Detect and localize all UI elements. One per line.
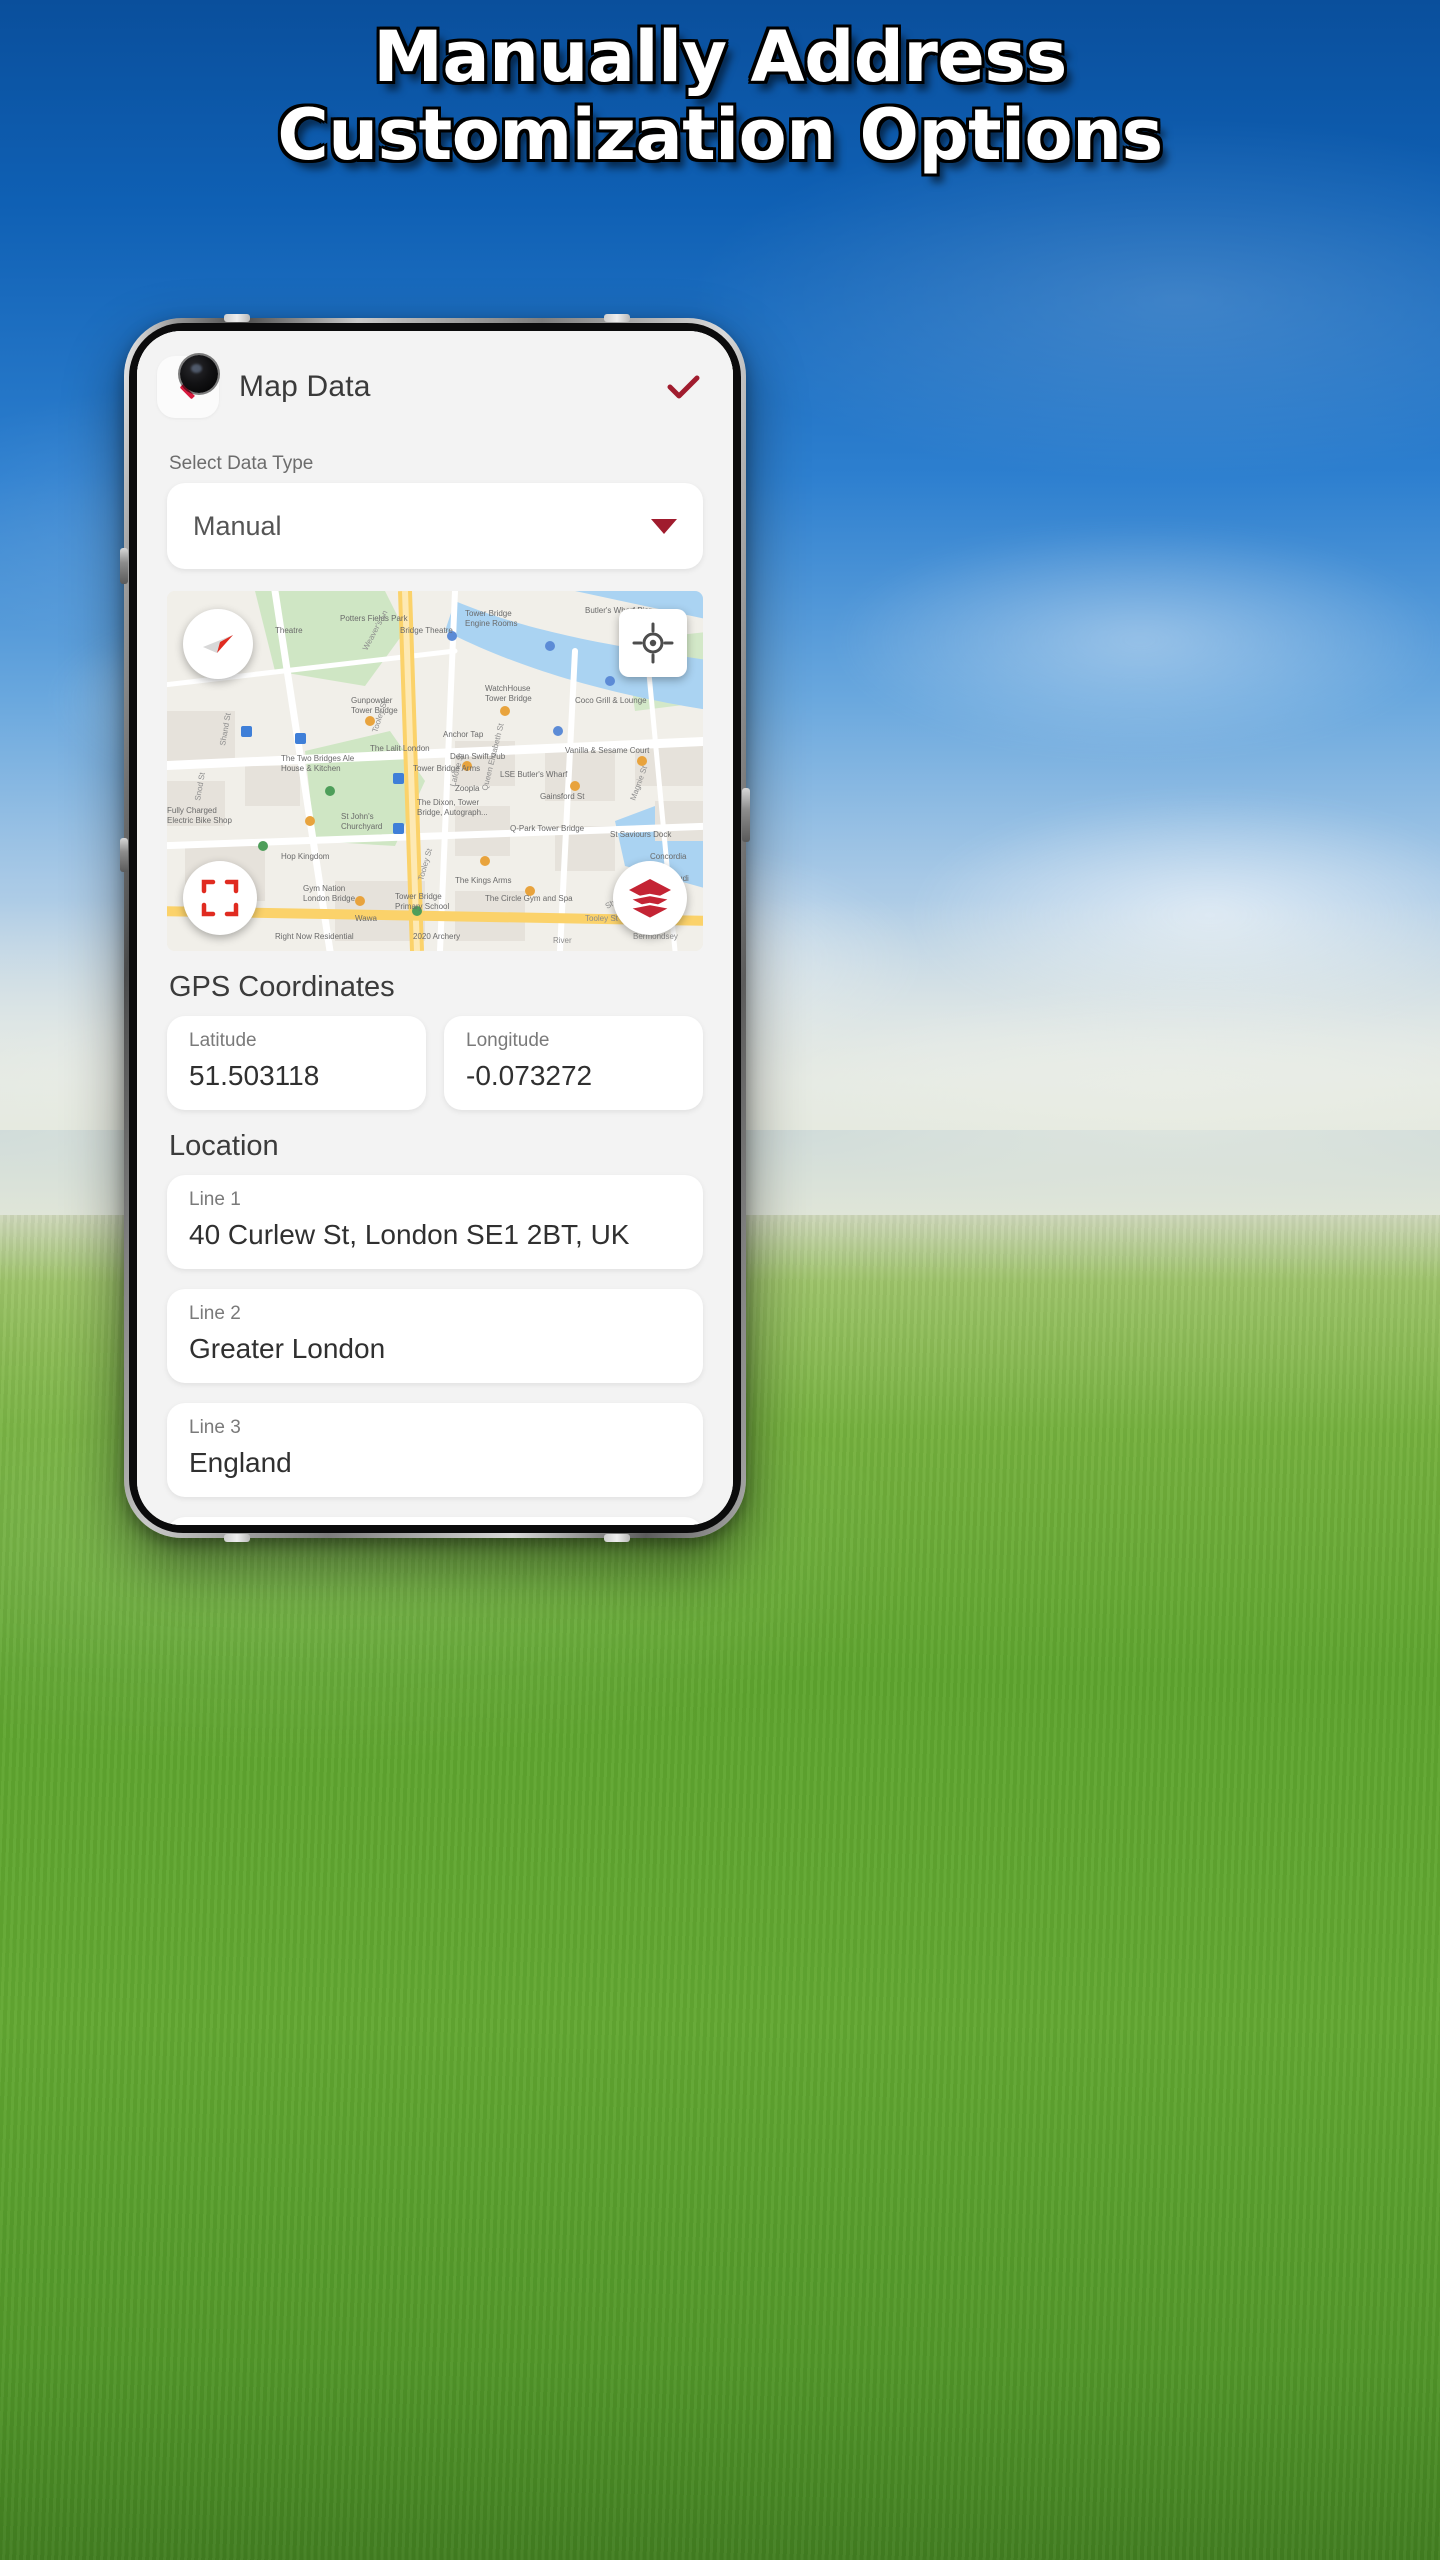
svg-text:LSE Butler's Wharf: LSE Butler's Wharf [500, 770, 568, 779]
address-line-3-label: Line 3 [189, 1417, 241, 1438]
svg-text:Right Now Residential: Right Now Residential [275, 932, 354, 941]
svg-text:Tower Bridge: Tower Bridge [395, 892, 442, 901]
longitude-label: Longitude [466, 1030, 550, 1051]
data-type-value: Manual [193, 510, 282, 541]
page-title: Map Data [239, 370, 371, 403]
phone-power-button [742, 788, 750, 842]
address-line-3-value: England [189, 1447, 292, 1478]
svg-text:Coco Grill & Lounge: Coco Grill & Lounge [575, 696, 647, 705]
confirm-button[interactable] [655, 359, 711, 415]
latitude-field[interactable]: Latitude 51.503118 [167, 1016, 426, 1110]
my-location-button[interactable] [619, 609, 687, 677]
svg-text:Tower Bridge Arms: Tower Bridge Arms [413, 764, 480, 773]
svg-text:Churchyard: Churchyard [341, 822, 382, 831]
caret-down-icon [651, 518, 677, 534]
svg-text:The Lalit London: The Lalit London [370, 744, 430, 753]
phone-volume-button [120, 838, 128, 872]
compass-button[interactable] [183, 609, 253, 679]
map-layers-icon [626, 879, 674, 921]
svg-text:Zoopla: Zoopla [455, 784, 480, 793]
promo-headline: Manually Address Customization Options [0, 18, 1440, 174]
svg-text:The Two Bridges Ale: The Two Bridges Ale [281, 754, 355, 763]
phone-mockup: Map Data Select Data Type Manual Theatre… [120, 314, 750, 1542]
gps-section-heading: GPS Coordinates [169, 971, 395, 1003]
map-layers-button[interactable] [613, 861, 687, 935]
latitude-value: 51.503118 [189, 1060, 320, 1091]
data-type-label: Select Data Type [169, 453, 314, 474]
address-line-1-field[interactable]: Line 1 40 Curlew St, London SE1 2BT, UK [167, 1175, 703, 1269]
svg-text:The Circle Gym and Spa: The Circle Gym and Spa [485, 894, 573, 903]
longitude-value: -0.073272 [466, 1060, 593, 1091]
svg-text:The Dixon, Tower: The Dixon, Tower [417, 798, 479, 807]
latitude-label: Latitude [189, 1030, 257, 1051]
svg-text:Bridge, Autograph...: Bridge, Autograph... [417, 808, 488, 817]
headline-line-2: Customization Options [277, 94, 1163, 176]
svg-text:Primary School: Primary School [395, 902, 449, 911]
address-line-1-value: 40 Curlew St, London SE1 2BT, UK [189, 1219, 630, 1250]
check-icon [667, 375, 700, 399]
phone-antenna-band [604, 314, 630, 322]
svg-text:Tooley St: Tooley St [585, 914, 619, 923]
svg-text:Gym Nation: Gym Nation [303, 884, 345, 893]
svg-text:St John's: St John's [341, 812, 374, 821]
svg-text:Tower Bridge: Tower Bridge [351, 706, 398, 715]
svg-text:Vanilla & Sesame Court: Vanilla & Sesame Court [565, 746, 650, 755]
data-type-dropdown[interactable]: Manual [167, 483, 703, 569]
my-location-icon [632, 622, 674, 664]
app-bar: Map Data [137, 331, 733, 443]
svg-text:Electric Bike Shop: Electric Bike Shop [167, 816, 232, 825]
cloud [820, 520, 1440, 760]
address-line-3-field[interactable]: Line 3 England [167, 1403, 703, 1497]
svg-text:Tower Bridge: Tower Bridge [485, 694, 532, 703]
svg-text:Hop Kingdom: Hop Kingdom [281, 852, 330, 861]
address-line-2-value: Greater London [189, 1333, 386, 1364]
phone-screen: Map Data Select Data Type Manual Theatre… [137, 331, 733, 1525]
svg-text:Gainsford St: Gainsford St [540, 792, 585, 801]
svg-text:St Saviours Dock: St Saviours Dock [610, 830, 672, 839]
phone-antenna-band [224, 1534, 250, 1542]
svg-text:Q-Park Tower Bridge: Q-Park Tower Bridge [510, 824, 585, 833]
app-root: Map Data Select Data Type Manual Theatre… [137, 331, 733, 1525]
address-line-4-field[interactable]: Line 4 United Kingdom [167, 1517, 703, 1525]
svg-text:London Bridge: London Bridge [303, 894, 356, 903]
address-line-1-label: Line 1 [189, 1189, 241, 1210]
map-preview[interactable]: Theatre Potters Fields Park Bridge Theat… [167, 591, 703, 951]
fullscreen-button[interactable] [183, 861, 257, 935]
svg-text:Tower Bridge: Tower Bridge [465, 609, 512, 618]
headline-line-1: Manually Address [373, 16, 1067, 98]
svg-text:The Kings Arms: The Kings Arms [455, 876, 511, 885]
location-section-heading: Location [169, 1130, 279, 1162]
svg-text:River: River [553, 936, 572, 945]
svg-text:Theatre: Theatre [275, 626, 303, 635]
address-line-2-label: Line 2 [189, 1303, 241, 1324]
phone-antenna-band [604, 1534, 630, 1542]
svg-text:Concordia: Concordia [650, 852, 687, 861]
longitude-field[interactable]: Longitude -0.073272 [444, 1016, 703, 1110]
compass-icon [203, 635, 233, 653]
svg-text:Anchor Tap: Anchor Tap [443, 730, 484, 739]
svg-text:WatchHouse: WatchHouse [485, 684, 531, 693]
front-camera-icon [180, 355, 218, 393]
svg-text:House & Kitchen: House & Kitchen [281, 764, 341, 773]
fullscreen-icon [201, 879, 239, 917]
svg-text:Bridge Theatre: Bridge Theatre [400, 626, 453, 635]
svg-text:Wawa: Wawa [355, 914, 377, 923]
gps-fields-row: Latitude 51.503118 Longitude -0.073272 [167, 1016, 703, 1110]
phone-antenna-band [224, 314, 250, 322]
svg-text:Fully Charged: Fully Charged [167, 806, 217, 815]
address-line-2-field[interactable]: Line 2 Greater London [167, 1289, 703, 1383]
phone-volume-button [120, 548, 128, 584]
svg-text:Engine Rooms: Engine Rooms [465, 619, 517, 628]
data-type-dropdown-row[interactable]: Manual [167, 483, 703, 569]
svg-text:2020 Archery: 2020 Archery [413, 932, 460, 941]
